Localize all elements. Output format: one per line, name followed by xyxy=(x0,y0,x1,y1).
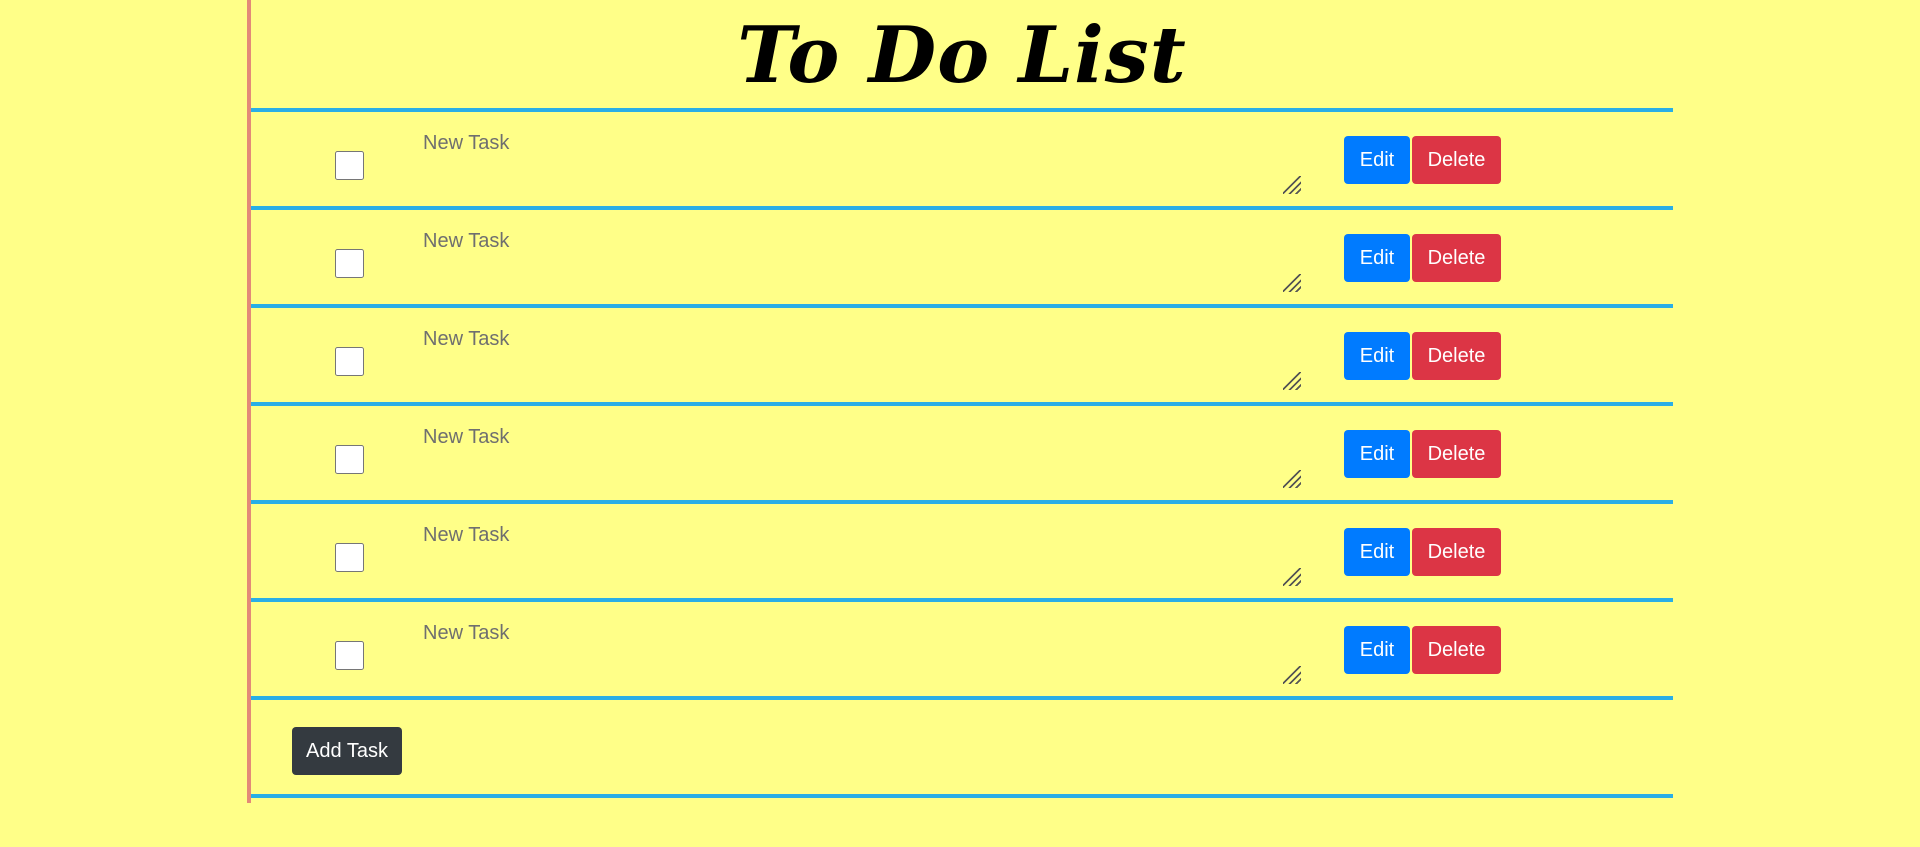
task-row: Edit Delete xyxy=(251,602,1673,700)
edit-button[interactable]: Edit xyxy=(1344,626,1410,674)
delete-button[interactable]: Delete xyxy=(1412,430,1501,478)
task-complete-checkbox[interactable] xyxy=(335,347,364,376)
task-row: Edit Delete xyxy=(251,210,1673,308)
task-list: Edit Delete Edit Delete Edit Delete xyxy=(251,112,1673,798)
edit-button[interactable]: Edit xyxy=(1344,234,1410,282)
task-row: Edit Delete xyxy=(251,308,1673,406)
task-complete-checkbox[interactable] xyxy=(335,543,364,572)
task-text-input[interactable] xyxy=(423,422,1303,492)
task-complete-checkbox[interactable] xyxy=(335,641,364,670)
task-text-input[interactable] xyxy=(423,324,1303,394)
notepad-paper: To Do List Edit Delete Edit Delete xyxy=(247,0,1673,803)
resize-handle-icon[interactable] xyxy=(1283,666,1301,684)
task-text-input[interactable] xyxy=(423,226,1303,296)
edit-button[interactable]: Edit xyxy=(1344,528,1410,576)
task-row: Edit Delete xyxy=(251,504,1673,602)
task-row: Edit Delete xyxy=(251,112,1673,210)
add-task-row: Add Task xyxy=(251,700,1673,798)
edit-button[interactable]: Edit xyxy=(1344,136,1410,184)
page-title: To Do List xyxy=(737,10,1187,101)
task-text-input[interactable] xyxy=(423,618,1303,688)
delete-button[interactable]: Delete xyxy=(1412,234,1501,282)
resize-handle-icon[interactable] xyxy=(1283,470,1301,488)
task-text-input[interactable] xyxy=(423,520,1303,590)
edit-button[interactable]: Edit xyxy=(1344,430,1410,478)
task-row: Edit Delete xyxy=(251,406,1673,504)
edit-button[interactable]: Edit xyxy=(1344,332,1410,380)
delete-button[interactable]: Delete xyxy=(1412,626,1501,674)
task-complete-checkbox[interactable] xyxy=(335,151,364,180)
title-area: To Do List xyxy=(251,0,1673,112)
resize-handle-icon[interactable] xyxy=(1283,176,1301,194)
delete-button[interactable]: Delete xyxy=(1412,136,1501,184)
task-text-input[interactable] xyxy=(423,128,1303,198)
delete-button[interactable]: Delete xyxy=(1412,332,1501,380)
task-complete-checkbox[interactable] xyxy=(335,445,364,474)
delete-button[interactable]: Delete xyxy=(1412,528,1501,576)
add-task-button[interactable]: Add Task xyxy=(292,727,402,775)
resize-handle-icon[interactable] xyxy=(1283,568,1301,586)
resize-handle-icon[interactable] xyxy=(1283,274,1301,292)
resize-handle-icon[interactable] xyxy=(1283,372,1301,390)
task-complete-checkbox[interactable] xyxy=(335,249,364,278)
todo-page: To Do List Edit Delete Edit Delete xyxy=(0,0,1920,847)
